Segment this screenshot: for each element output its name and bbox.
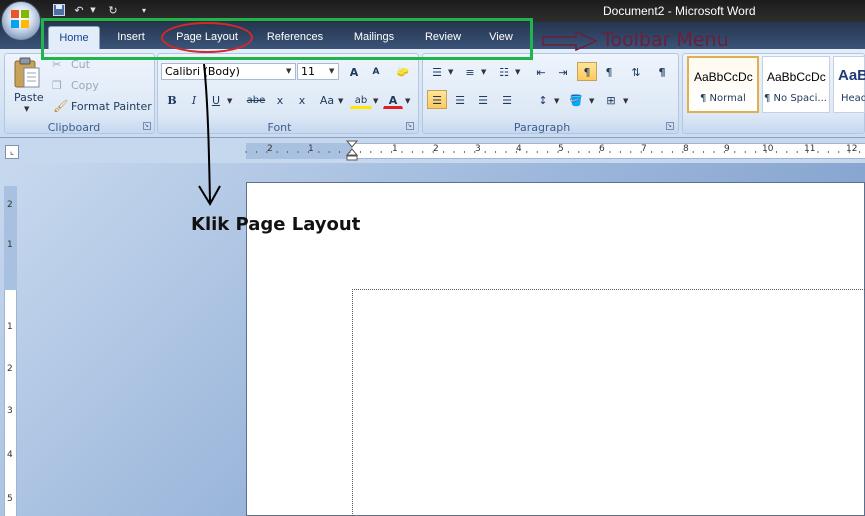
style-heading-sample: AaB xyxy=(838,67,865,84)
style-heading-name: Head xyxy=(841,93,865,104)
line-spacing-dropdown-icon[interactable]: ▼ xyxy=(554,97,559,105)
change-case-button[interactable]: Aa xyxy=(315,90,339,109)
underline-dropdown-icon[interactable]: ▼ xyxy=(227,97,232,105)
align-right-icon[interactable]: ☰ xyxy=(473,90,493,109)
save-icon[interactable] xyxy=(52,4,66,17)
strikethrough-button[interactable]: abe xyxy=(243,90,269,109)
tab-selector-icon[interactable]: ⌞ xyxy=(5,145,19,159)
numbering-icon[interactable]: ≡ xyxy=(460,62,480,81)
ltr-paragraph-icon[interactable]: ¶ xyxy=(577,62,597,81)
paragraph-launcher-icon[interactable]: ↘ xyxy=(666,122,674,130)
style-heading[interactable] xyxy=(833,56,865,113)
style-no-spacing[interactable] xyxy=(762,56,830,113)
toolbar-menu-label: Toolbar Menu xyxy=(602,29,729,51)
superscript-button[interactable]: x xyxy=(292,90,312,109)
window-title: Document2 - Microsoft Word xyxy=(603,4,756,18)
clipboard-launcher-icon[interactable]: ↘ xyxy=(143,122,151,130)
grow-font-button[interactable]: A xyxy=(344,62,364,81)
right-arrow-icon xyxy=(542,30,598,52)
multilevel-dropdown-icon[interactable]: ▼ xyxy=(515,68,520,76)
font-size-dropdown-icon[interactable]: ▼ xyxy=(329,67,334,75)
show-hide-icon[interactable]: ¶ xyxy=(652,62,672,81)
copy-button[interactable]: Copy xyxy=(71,79,99,92)
style-normal-sample: AaBbCcDc xyxy=(694,70,753,84)
numbering-dropdown-icon[interactable]: ▼ xyxy=(481,68,486,76)
sort-icon[interactable]: ⇅ xyxy=(626,62,646,81)
vruler-number: 1 xyxy=(7,240,13,250)
paragraph-group-label: Paragraph xyxy=(513,121,571,134)
borders-icon[interactable]: ⊞ xyxy=(601,90,621,109)
vruler-number: 4 xyxy=(7,450,13,460)
office-logo-icon xyxy=(10,9,30,29)
font-color-button[interactable]: A xyxy=(383,90,403,109)
bullets-dropdown-icon[interactable]: ▼ xyxy=(448,68,453,76)
page-layout-ellipse xyxy=(161,22,253,53)
justify-icon[interactable]: ☰ xyxy=(497,90,517,109)
font-name-dropdown-icon[interactable]: ▼ xyxy=(286,67,291,75)
rtl-paragraph-icon[interactable]: ¶ xyxy=(599,62,619,81)
klik-page-layout-label: Klik Page Layout xyxy=(191,214,361,235)
undo-icon[interactable]: ↶ xyxy=(72,4,86,17)
shading-icon[interactable]: 🪣 xyxy=(566,90,586,109)
highlight-dropdown-icon[interactable]: ▼ xyxy=(373,97,378,105)
line-spacing-icon[interactable]: ↕ xyxy=(533,90,553,109)
font-name-combo[interactable]: Calibri (Body) xyxy=(161,63,296,80)
subscript-button[interactable]: x xyxy=(270,90,290,109)
format-painter-icon: 🖌 xyxy=(53,99,69,113)
highlight-button[interactable]: ab xyxy=(350,90,372,109)
bullets-icon[interactable]: ☰ xyxy=(427,62,447,81)
text-boundary[interactable] xyxy=(352,289,865,516)
decrease-indent-icon[interactable]: ⇤ xyxy=(531,62,551,81)
align-center-icon[interactable]: ☰ xyxy=(450,90,470,109)
clear-formatting-icon[interactable]: 🧽 xyxy=(393,62,413,81)
clipboard-icon[interactable] xyxy=(12,57,42,91)
shrink-font-button[interactable]: A xyxy=(366,62,386,81)
toolbar-menu-highlight-box xyxy=(41,18,533,60)
align-left-icon[interactable]: ☰ xyxy=(427,90,447,109)
multilevel-list-icon[interactable]: ☷ xyxy=(494,62,514,81)
increase-indent-icon[interactable]: ⇥ xyxy=(553,62,573,81)
style-normal[interactable] xyxy=(687,56,759,113)
ruler-ticks xyxy=(245,151,861,153)
redo-icon[interactable]: ↻ xyxy=(106,4,120,17)
undo-dropdown-icon[interactable]: ▼ xyxy=(86,4,100,17)
font-launcher-icon[interactable]: ↘ xyxy=(406,122,414,130)
vruler-number: 5 xyxy=(7,494,13,504)
shading-dropdown-icon[interactable]: ▼ xyxy=(589,97,594,105)
style-no-spacing-name: ¶ No Spaci... xyxy=(764,93,827,104)
paste-dropdown-icon[interactable]: ▼ xyxy=(24,105,29,113)
vruler-number: 3 xyxy=(7,406,13,416)
clipboard-group-label: Clipboard xyxy=(47,121,101,134)
style-normal-name: ¶ Normal xyxy=(700,93,746,104)
bold-button[interactable]: B xyxy=(162,90,182,109)
customize-qat-icon[interactable]: ▾ xyxy=(137,4,151,17)
change-case-dropdown-icon[interactable]: ▼ xyxy=(338,97,343,105)
font-color-dropdown-icon[interactable]: ▼ xyxy=(405,97,410,105)
vruler-number: 1 xyxy=(7,322,13,332)
font-group-label: Font xyxy=(267,121,292,134)
vruler-number: 2 xyxy=(7,364,13,374)
down-arrow-icon xyxy=(198,63,221,206)
copy-icon: ❐ xyxy=(52,79,62,92)
style-no-spacing-sample: AaBbCcDc xyxy=(767,70,826,84)
vruler-number: 2 xyxy=(7,200,13,210)
borders-dropdown-icon[interactable]: ▼ xyxy=(623,97,628,105)
paste-button[interactable]: Paste xyxy=(14,91,44,104)
format-painter-button[interactable]: Format Painter xyxy=(71,100,152,113)
